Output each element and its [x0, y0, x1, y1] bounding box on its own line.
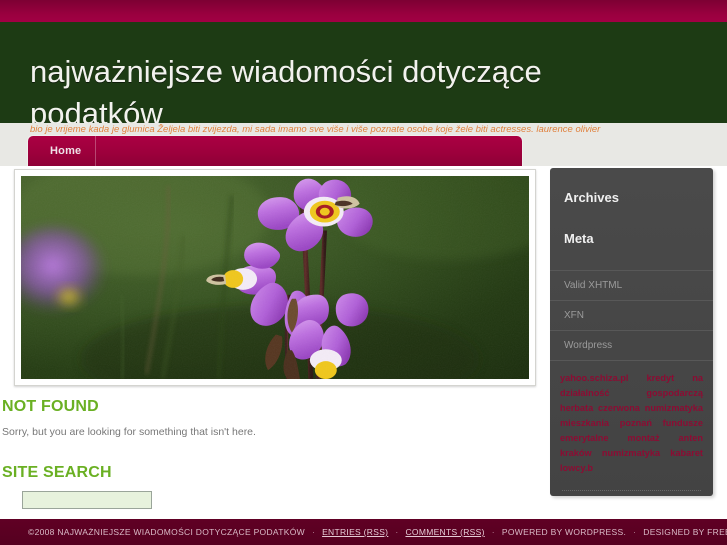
- page-title: najważniejsze wiadomości dotyczące podat…: [30, 53, 542, 123]
- not-found-text: Sorry, but you are looking for something…: [2, 426, 256, 438]
- hero-image-frame: [14, 169, 536, 386]
- site-search-title: SITE SEARCH: [2, 464, 112, 481]
- sidebar-meta-list: Valid XHTML XFN Wordpress: [550, 270, 713, 361]
- sidebar: Archives Meta Valid XHTML XFN Wordpress …: [550, 168, 713, 496]
- footer-comments-rss-link[interactable]: COMMENTS (RSS): [405, 527, 484, 537]
- main-navigation: Home: [28, 136, 522, 166]
- footer-separator-2: ·: [395, 527, 399, 537]
- site-search-form: [22, 489, 540, 509]
- sidebar-link-cloud[interactable]: yahoo.schiza.pl kredyt na działalność go…: [560, 371, 703, 476]
- site-footer: ©2008 NAJWAŻNIEJSZE WIADOMOŚCI DOTYCZĄCE…: [0, 519, 727, 545]
- not-found-title: NOT FOUND: [2, 398, 99, 415]
- footer-separator-1: ·: [311, 527, 316, 537]
- page-root: najważniejsze wiadomości dotyczące podat…: [0, 0, 727, 545]
- sidebar-divider: [562, 490, 701, 491]
- main-content: NOT FOUND Sorry, but you are looking for…: [0, 398, 540, 509]
- flower-photo-illustration: [21, 176, 529, 379]
- footer-separator-4: ·: [633, 527, 637, 537]
- top-accent-strip: [0, 0, 727, 22]
- sidebar-archives-title: Archives: [564, 190, 619, 205]
- sidebar-item-wordpress[interactable]: Wordpress: [550, 330, 713, 361]
- nav-list: Home: [28, 136, 522, 166]
- footer-powered-by: POWERED BY WORDPRESS.: [501, 527, 627, 537]
- sidebar-item-xfn[interactable]: XFN: [550, 300, 713, 330]
- sidebar-meta-title: Meta: [564, 231, 594, 246]
- footer-separator-3: ·: [491, 527, 495, 537]
- nav-item-home[interactable]: Home: [28, 136, 97, 166]
- hero-image: [21, 176, 529, 379]
- site-header: najważniejsze wiadomości dotyczące podat…: [0, 22, 727, 123]
- sidebar-item-valid-xhtml[interactable]: Valid XHTML: [550, 270, 713, 300]
- site-tagline: bio je vrijeme kada je glumica Željela b…: [30, 124, 601, 135]
- footer-designed-by: DESIGNED BY FREE WORDPRESS THEMES.: [643, 527, 727, 537]
- footer-entries-rss-link[interactable]: ENTRIES (RSS): [322, 527, 388, 537]
- footer-copyright: ©2008 NAJWAŻNIEJSZE WIADOMOŚCI DOTYCZĄCE…: [28, 527, 305, 537]
- footer-inner: ©2008 NAJWAŻNIEJSZE WIADOMOŚCI DOTYCZĄCE…: [0, 527, 727, 537]
- search-input[interactable]: [22, 490, 152, 509]
